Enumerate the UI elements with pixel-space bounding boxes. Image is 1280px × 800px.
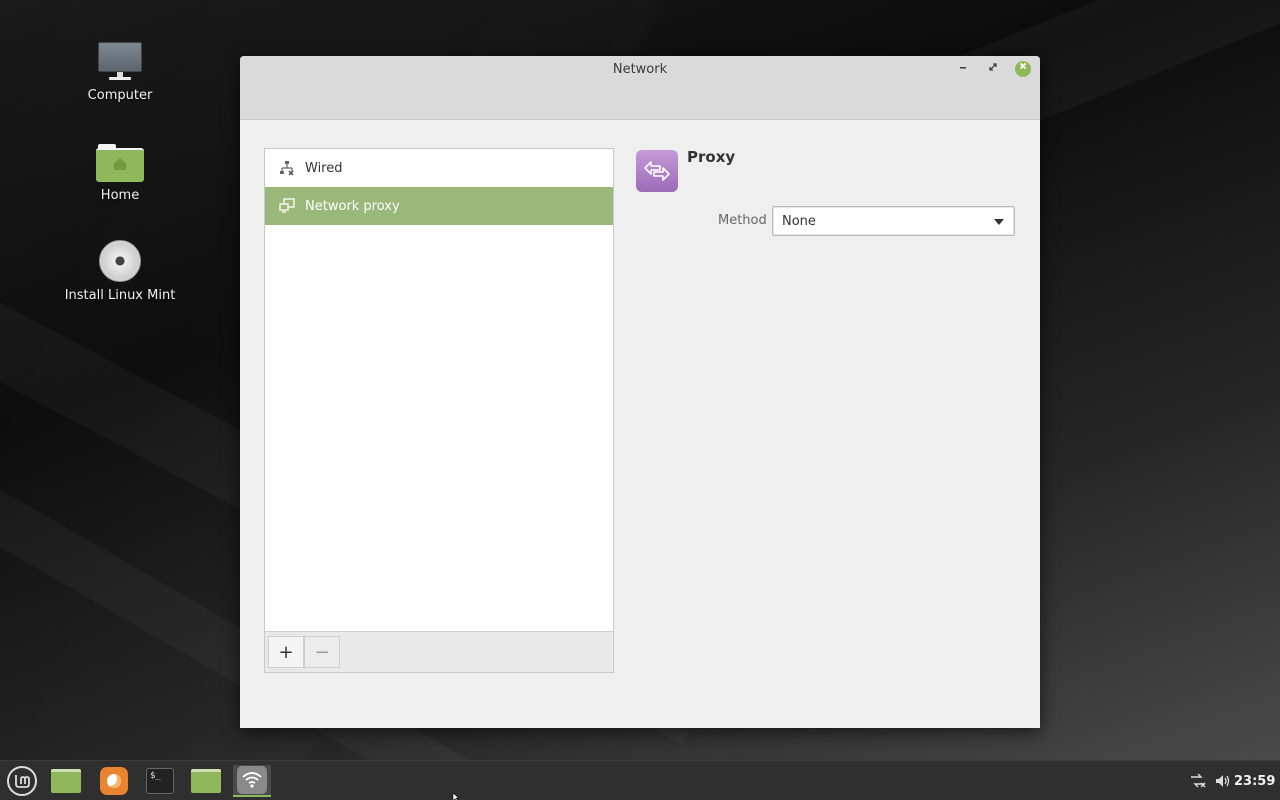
minimize-icon[interactable] <box>955 61 971 77</box>
clock[interactable]: 23:59 <box>1234 761 1280 800</box>
network-window: Network Wired Network proxy + − Proxy Me… <box>240 56 1040 728</box>
show-desktop-button[interactable] <box>48 765 84 797</box>
desktop-icon-label: Install Linux Mint <box>64 288 176 303</box>
firefox-button[interactable] <box>96 765 132 797</box>
remove-connection-button[interactable]: − <box>304 636 340 668</box>
terminal-icon: $_ <box>146 768 174 794</box>
network-settings-icon <box>237 766 267 794</box>
window-titlebar[interactable]: Network <box>240 56 1040 120</box>
network-settings-button[interactable] <box>233 765 271 797</box>
network-proxy-icon <box>279 198 295 214</box>
method-label: Method <box>718 213 767 228</box>
menu-button[interactable] <box>4 765 40 797</box>
list-toolbar: + − <box>265 631 613 672</box>
proxy-arrows-icon <box>636 150 678 192</box>
method-dropdown[interactable]: None <box>772 206 1015 236</box>
list-item-label: Network proxy <box>305 198 400 214</box>
mouse-pointer-icon <box>452 791 462 800</box>
list-item-network-proxy[interactable]: Network proxy <box>265 187 613 225</box>
taskbar: $_ 23:59 <box>0 760 1280 800</box>
close-icon[interactable] <box>1015 61 1031 77</box>
desktop-icon-home[interactable]: Home <box>55 142 185 203</box>
desktop-icon-computer[interactable]: Computer <box>55 42 185 103</box>
terminal-button[interactable]: $_ <box>142 765 178 797</box>
disc-icon <box>99 240 141 282</box>
connection-list: Wired Network proxy + − <box>264 148 614 673</box>
list-item-wired[interactable]: Wired <box>265 149 613 187</box>
maximize-icon[interactable] <box>985 61 1001 77</box>
desktop-icon-label: Home <box>100 188 140 203</box>
detail-title: Proxy <box>687 148 736 166</box>
list-item-label: Wired <box>305 160 343 176</box>
files-button[interactable] <box>188 765 224 797</box>
home-folder-icon <box>96 142 144 182</box>
add-connection-button[interactable]: + <box>268 636 304 668</box>
chevron-down-icon <box>994 219 1004 225</box>
window-title: Network <box>612 62 668 77</box>
desktop-icon-label: Computer <box>87 88 153 103</box>
files-icon <box>191 769 221 793</box>
volume-icon[interactable] <box>1214 761 1232 800</box>
wired-network-icon <box>279 160 295 176</box>
firefox-icon <box>100 767 128 795</box>
menu-icon <box>7 766 37 796</box>
desktop-icon-install-linux-mint[interactable]: Install Linux Mint <box>55 240 185 303</box>
monitor-icon <box>96 42 144 82</box>
method-selected-value: None <box>782 213 816 229</box>
show-desktop-icon <box>51 769 81 793</box>
network-tray-icon[interactable] <box>1188 761 1208 800</box>
